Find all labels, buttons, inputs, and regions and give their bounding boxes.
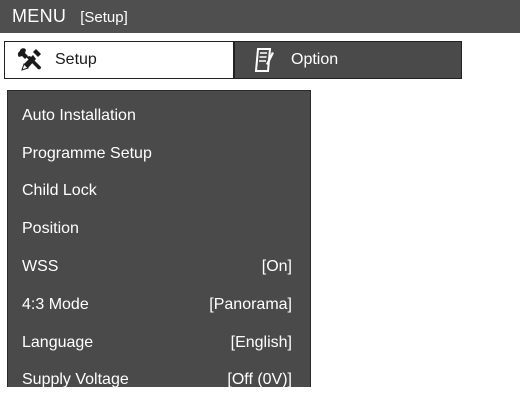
menu-title: MENU — [12, 6, 67, 26]
wrench-screwdriver-icon — [15, 45, 45, 75]
menu-item-label: Language — [22, 333, 94, 351]
setup-menu-list: Auto Installation Programme Setup Child … — [8, 91, 310, 399]
menu-item-label: Position — [22, 220, 79, 238]
menu-item-label: 4:3 Mode — [22, 295, 89, 313]
tab-setup-label: Setup — [55, 51, 97, 68]
menu-item-language[interactable]: Language [English] — [8, 324, 310, 362]
menu-item-label: Programme Setup — [22, 144, 152, 162]
menu-item-4-3-mode[interactable]: 4:3 Mode [Panorama] — [8, 286, 310, 324]
tab-bar: Setup Option — [0, 35, 520, 87]
language-value: [English] — [230, 333, 292, 351]
menu-item-label: Auto Installation — [22, 106, 136, 124]
menu-item-supply-voltage[interactable]: Supply Voltage [Off (0V)] — [8, 362, 310, 399]
setup-menu-panel: Auto Installation Programme Setup Child … — [7, 90, 311, 388]
tab-option-label: Option — [291, 51, 339, 68]
menu-item-label: Child Lock — [22, 182, 97, 200]
menu-title-bar: MENU [Setup] — [0, 0, 520, 34]
tab-option[interactable]: Option — [234, 41, 462, 79]
document-pen-icon — [249, 45, 279, 75]
menu-item-position[interactable]: Position — [8, 210, 310, 248]
tab-setup[interactable]: Setup — [4, 41, 234, 79]
menu-item-child-lock[interactable]: Child Lock — [8, 173, 310, 211]
menu-item-wss[interactable]: WSS [On] — [8, 248, 310, 286]
4-3-mode-value: [Panorama] — [209, 295, 292, 313]
menu-section-label: [Setup] — [80, 8, 128, 26]
menu-item-programme-setup[interactable]: Programme Setup — [8, 135, 310, 173]
wss-value: [On] — [261, 258, 292, 276]
menu-item-label: WSS — [22, 258, 59, 276]
menu-item-auto-installation[interactable]: Auto Installation — [8, 97, 310, 135]
